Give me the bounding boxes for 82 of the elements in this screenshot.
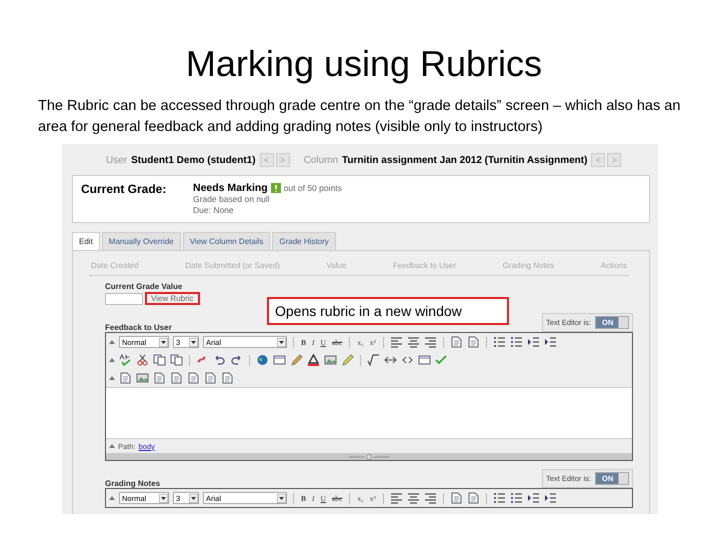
column-header: Grading Notes <box>502 261 554 270</box>
arrows-icon[interactable] <box>384 354 397 366</box>
column-label: Column <box>304 154 338 166</box>
dropdown-arrow-icon <box>159 494 168 502</box>
tab[interactable]: Grade History <box>272 232 336 250</box>
collapse-arrow-icon[interactable] <box>109 375 115 381</box>
grade-value-field[interactable] <box>105 292 143 304</box>
align-center-icon[interactable] <box>406 336 420 348</box>
column-header: Date Submitted (or Saved) <box>185 261 280 270</box>
pencil-icon[interactable] <box>290 354 303 366</box>
slide-subtitle: The Rubric can be accessed through grade centre on the “grade details” screen – which also has an area for general feedback and adding grading notes (visible only to instructors) <box>38 97 682 137</box>
undo-icon[interactable] <box>213 354 226 366</box>
square-root-icon[interactable] <box>367 354 380 366</box>
document-icon[interactable] <box>204 372 217 384</box>
window-icon[interactable] <box>418 354 431 366</box>
grade-basis: Grade based on null <box>193 194 271 205</box>
editor-label: Feedback to User <box>105 323 172 332</box>
collapse-arrow-icon[interactable] <box>109 339 115 345</box>
column-header: Value <box>326 261 346 270</box>
view-rubric-link[interactable]: View Rubric <box>145 292 200 305</box>
slide-title: Marking using Rubrics <box>184 42 544 86</box>
dropdown-arrow-icon <box>277 338 286 346</box>
code-icon[interactable] <box>401 354 414 366</box>
current-grade-value-label: Current Grade Value <box>105 282 184 291</box>
globe-icon[interactable] <box>256 354 269 366</box>
callout-box: Opens rubric in a new window <box>267 297 509 325</box>
table-icon[interactable] <box>273 354 286 366</box>
document-icon[interactable] <box>119 372 132 384</box>
copy-icon[interactable] <box>153 354 166 366</box>
due-date: Due: None <box>193 205 235 216</box>
column-name: Turnitin assignment Jan 2012 (Turnitin Assignment) <box>342 154 588 166</box>
document-icon[interactable] <box>450 336 463 348</box>
tab[interactable]: View Column Details <box>182 232 270 250</box>
image-icon[interactable] <box>324 354 337 366</box>
dropdown-arrow-icon <box>277 494 286 502</box>
spellcheck-icon[interactable] <box>119 354 132 366</box>
column-header: Date Created <box>91 261 139 270</box>
document-icon[interactable] <box>153 372 166 384</box>
dropdown-arrow-icon <box>159 338 168 346</box>
align-right-icon[interactable] <box>424 336 437 348</box>
resize-handle-icon[interactable] <box>349 454 389 460</box>
grade-status: Needs Marking <box>193 182 268 194</box>
align-right-icon[interactable] <box>424 492 437 504</box>
scissors-icon[interactable] <box>136 354 149 366</box>
indent-icon[interactable] <box>526 336 540 348</box>
highlighter-icon[interactable] <box>341 354 354 366</box>
numbered-list-icon[interactable] <box>492 492 506 504</box>
indent-icon[interactable] <box>544 336 557 348</box>
document-icon[interactable] <box>450 492 463 504</box>
check-icon[interactable] <box>435 354 448 366</box>
indent-icon[interactable] <box>526 492 540 504</box>
document-icon[interactable] <box>466 336 480 348</box>
bulleted-list-icon[interactable] <box>510 336 523 348</box>
column-header: Feedback to User <box>392 261 456 270</box>
document-icon[interactable] <box>187 372 200 384</box>
dropdown-arrow-icon <box>189 338 198 346</box>
bulleted-list-icon[interactable] <box>510 492 523 504</box>
indent-icon[interactable] <box>544 492 557 504</box>
redo-icon[interactable] <box>230 354 243 366</box>
column-header: Actions <box>600 261 627 270</box>
font-color-icon[interactable] <box>307 354 320 366</box>
document-icon[interactable] <box>170 372 183 384</box>
align-center-icon[interactable] <box>406 492 420 504</box>
collapse-arrow-icon[interactable] <box>109 443 115 449</box>
align-left-icon[interactable] <box>390 336 403 348</box>
tab[interactable]: Edit <box>72 232 100 250</box>
document-icon[interactable] <box>221 372 234 384</box>
collapse-arrow-icon[interactable] <box>109 357 115 363</box>
user-label: User <box>106 154 128 166</box>
document-icon[interactable] <box>466 492 480 504</box>
numbered-list-icon[interactable] <box>492 336 506 348</box>
editor-label: Grading Notes <box>105 479 160 488</box>
points-text: out of 50 points <box>284 182 342 194</box>
current-grade-label: Current Grade: <box>81 182 168 198</box>
dropdown-arrow-icon <box>189 494 198 502</box>
user-name: Student1 Demo (student1) <box>131 154 256 166</box>
paste-icon[interactable] <box>170 354 183 366</box>
align-left-icon[interactable] <box>390 492 403 504</box>
collapse-arrow-icon[interactable] <box>109 495 115 501</box>
exclamation-icon <box>270 183 281 193</box>
image-icon[interactable] <box>136 372 149 384</box>
tab[interactable]: Manually Override <box>102 232 181 250</box>
